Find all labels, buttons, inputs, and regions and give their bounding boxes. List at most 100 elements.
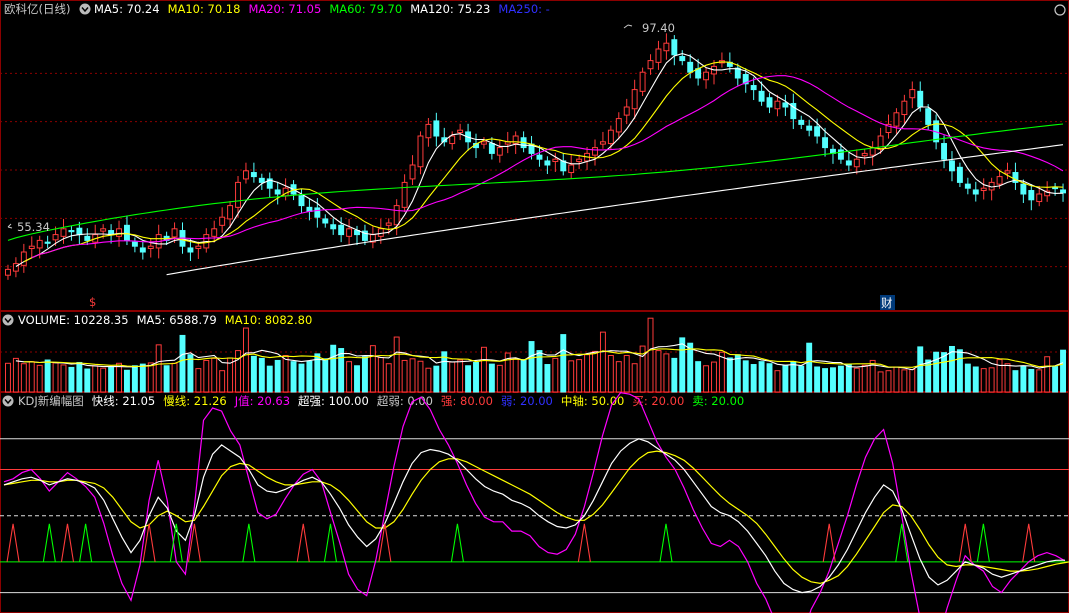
volume-bar bbox=[631, 363, 638, 393]
kdj-signal-triangle bbox=[659, 523, 673, 562]
candle-body bbox=[116, 228, 122, 237]
candle-body bbox=[258, 177, 265, 183]
candle-body bbox=[147, 245, 154, 250]
price-ma-legend: MA5: 70.24 MA10: 70.18 MA20: 71.05 MA60: 79… bbox=[94, 2, 550, 16]
volume-bar bbox=[941, 352, 948, 393]
volume-bar bbox=[750, 364, 757, 393]
candle-body bbox=[496, 147, 503, 156]
volume-bar bbox=[592, 350, 598, 393]
volume-bar bbox=[242, 327, 249, 393]
candle-body bbox=[314, 207, 321, 218]
corner-circle-icon[interactable] bbox=[1054, 4, 1066, 16]
kdj-signal-triangle bbox=[79, 523, 93, 562]
kdj-plot-area[interactable] bbox=[0, 391, 1069, 613]
candle-body bbox=[68, 230, 75, 233]
candle-body bbox=[417, 135, 424, 168]
volume-bar bbox=[607, 355, 614, 393]
kdj-signal-triangle bbox=[6, 523, 20, 562]
candle-body bbox=[782, 102, 789, 108]
volume-bar bbox=[84, 368, 91, 393]
volume-bar bbox=[155, 344, 162, 393]
legend-item-0: MA5: 70.24 bbox=[94, 2, 160, 16]
candle-body bbox=[568, 164, 575, 174]
candle-body bbox=[917, 90, 924, 108]
volume-bar bbox=[647, 317, 654, 393]
candle-body bbox=[449, 135, 456, 145]
volume-bar bbox=[306, 360, 313, 393]
price-plot-area[interactable] bbox=[5, 33, 1066, 280]
volume-bar bbox=[12, 357, 19, 393]
legend-item-4: MA120: 75.23 bbox=[410, 2, 490, 16]
candle-body bbox=[187, 247, 194, 253]
volume-bar bbox=[830, 367, 836, 393]
volume-bar bbox=[687, 342, 694, 393]
volume-bar bbox=[409, 358, 416, 393]
volume-bar bbox=[92, 365, 99, 393]
volume-bar bbox=[187, 354, 194, 393]
volume-bar bbox=[1028, 368, 1035, 393]
volume-bar bbox=[933, 351, 940, 393]
volume-bar bbox=[203, 359, 210, 393]
legend-item-0: KDJ新编幅图 bbox=[18, 394, 84, 408]
volume-bar bbox=[806, 342, 813, 393]
volume-bar bbox=[917, 346, 924, 393]
volume-dropdown-chevron-down-icon[interactable] bbox=[2, 314, 14, 326]
dividend-marker[interactable]: $ bbox=[89, 295, 96, 309]
volume-bar bbox=[488, 363, 495, 393]
volume-bar bbox=[457, 359, 464, 393]
volume-bar bbox=[1012, 370, 1019, 393]
candle-body bbox=[338, 224, 345, 236]
volume-bar bbox=[988, 367, 995, 393]
finance-marker[interactable]: 财 bbox=[881, 296, 893, 310]
candle-body bbox=[433, 120, 440, 137]
volume-bar bbox=[711, 361, 717, 393]
legend-item-10: 卖: 20.00 bbox=[692, 394, 744, 408]
volume-bar bbox=[108, 366, 115, 393]
volume-bar bbox=[655, 350, 662, 393]
legend-item-2: MA10: 8082.80 bbox=[225, 313, 313, 327]
volume-bar bbox=[369, 345, 376, 393]
candle-body bbox=[893, 112, 900, 127]
volume-bar bbox=[179, 334, 186, 393]
volume-bar bbox=[758, 361, 765, 393]
legend-item-3: MA60: 79.70 bbox=[329, 2, 402, 16]
candle-body bbox=[44, 241, 51, 244]
candle-body bbox=[639, 71, 646, 92]
candle-body bbox=[377, 228, 384, 237]
stock-chart[interactable]: 欧科亿(日线) MA5: 70.24 MA10: 70.18 MA20: 71.05… bbox=[0, 0, 1069, 613]
volume-bar bbox=[576, 359, 583, 393]
candle-body bbox=[60, 228, 67, 237]
volume-bar bbox=[338, 348, 345, 393]
legend-item-5: MA250: - bbox=[498, 2, 549, 16]
candle-body bbox=[972, 189, 979, 195]
volume-bar bbox=[901, 369, 908, 393]
candle-body bbox=[703, 71, 710, 81]
volume-bar bbox=[1036, 369, 1043, 393]
candle-body bbox=[607, 129, 614, 145]
candle-body bbox=[401, 181, 408, 208]
candle-body bbox=[274, 189, 281, 195]
candle-body bbox=[139, 247, 146, 253]
volume-bar bbox=[885, 370, 892, 393]
volume-bar bbox=[60, 364, 67, 393]
candle-body bbox=[242, 170, 249, 180]
volume-bar bbox=[258, 357, 265, 393]
kdj-signal-triangle bbox=[60, 523, 75, 562]
kdj-dropdown-chevron-down-icon[interactable] bbox=[2, 395, 14, 407]
candle-body bbox=[576, 158, 583, 163]
volume-bar bbox=[703, 365, 710, 393]
kdj-signal-triangle bbox=[296, 523, 310, 562]
candle-body bbox=[227, 205, 234, 220]
price-dropdown-chevron-down-icon[interactable] bbox=[79, 3, 91, 15]
candle-body bbox=[425, 123, 432, 139]
volume-bar bbox=[5, 362, 11, 393]
volume-bar bbox=[814, 366, 821, 393]
volume-bar bbox=[139, 363, 146, 393]
volume-bar bbox=[877, 371, 884, 393]
volume-bar bbox=[377, 357, 384, 393]
candle-body bbox=[956, 166, 963, 183]
volume-plot-area[interactable] bbox=[5, 317, 1066, 393]
volume-bar bbox=[361, 356, 368, 393]
legend-item-1: 快线: 21.05 bbox=[92, 394, 155, 408]
candle-body bbox=[100, 228, 107, 232]
